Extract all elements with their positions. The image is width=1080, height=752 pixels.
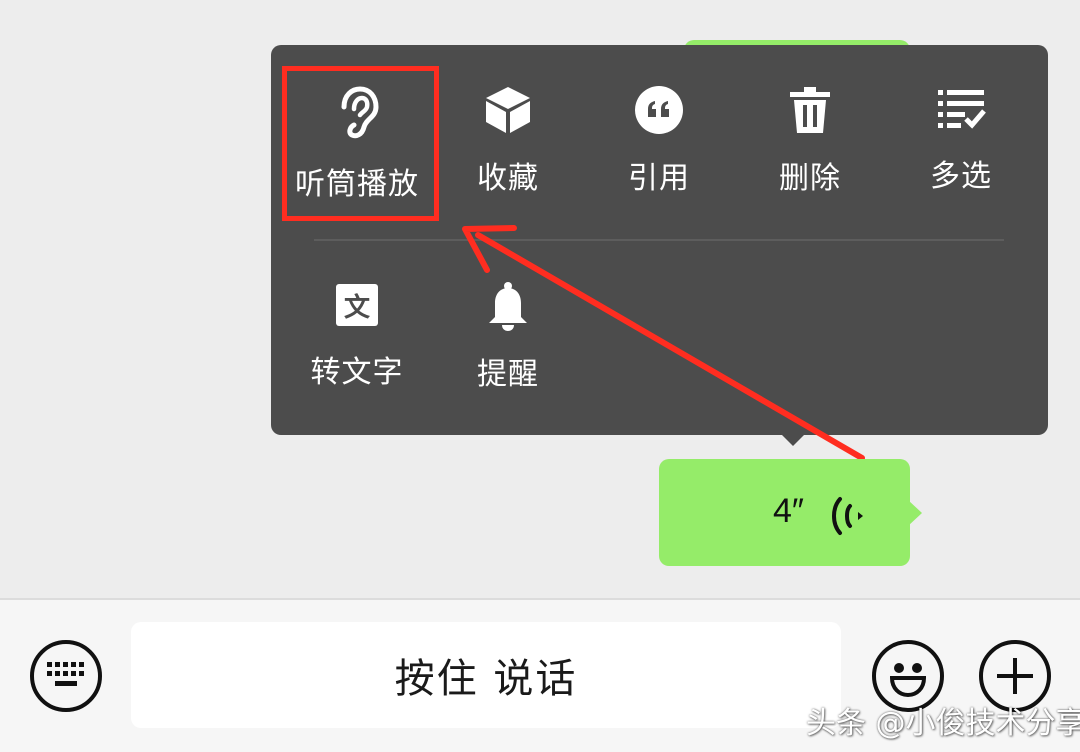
- translate-text-glyph: 文: [343, 292, 370, 323]
- translate-text-icon: 文: [327, 281, 387, 329]
- menu-item-multiselect[interactable]: 多选: [886, 65, 1036, 195]
- watermark: 头条 @小俊技术分享: [806, 706, 1080, 741]
- plus-icon: [997, 658, 1033, 694]
- voice-wave-icon: [832, 497, 863, 535]
- trash-icon: [780, 85, 840, 135]
- box-icon: [478, 85, 538, 135]
- voice-duration: 4″: [773, 492, 804, 530]
- menu-item-label: 提醒: [477, 357, 539, 392]
- bubble-tail: [908, 500, 922, 526]
- hold-to-talk-button[interactable]: 按住 说话: [131, 622, 841, 728]
- menu-divider: [314, 239, 1004, 241]
- menu-item-convert-to-text[interactable]: 文 转文字: [282, 261, 432, 391]
- bell-icon: [478, 281, 538, 331]
- menu-item-remind[interactable]: 提醒: [433, 261, 583, 392]
- menu-item-label: 引用: [628, 161, 690, 196]
- menu-item-label: 收藏: [477, 161, 539, 196]
- emoji-icon: [889, 663, 927, 698]
- menu-item-quote[interactable]: 引用: [584, 65, 734, 196]
- keyboard-toggle-button[interactable]: [30, 640, 102, 712]
- menu-item-delete[interactable]: 删除: [735, 65, 885, 196]
- menu-item-label: 转文字: [310, 355, 404, 390]
- keyboard-icon: [47, 662, 84, 686]
- menu-item-label: 多选: [930, 159, 992, 194]
- menu-item-label: 删除: [779, 161, 841, 196]
- quote-icon: [629, 85, 689, 135]
- menu-caret: [779, 432, 807, 446]
- menu-item-favorite[interactable]: 收藏: [433, 65, 583, 196]
- multiselect-icon: [931, 85, 991, 133]
- annotation-highlight-box: [282, 66, 439, 221]
- hold-to-talk-label: 按住 说话: [394, 656, 578, 702]
